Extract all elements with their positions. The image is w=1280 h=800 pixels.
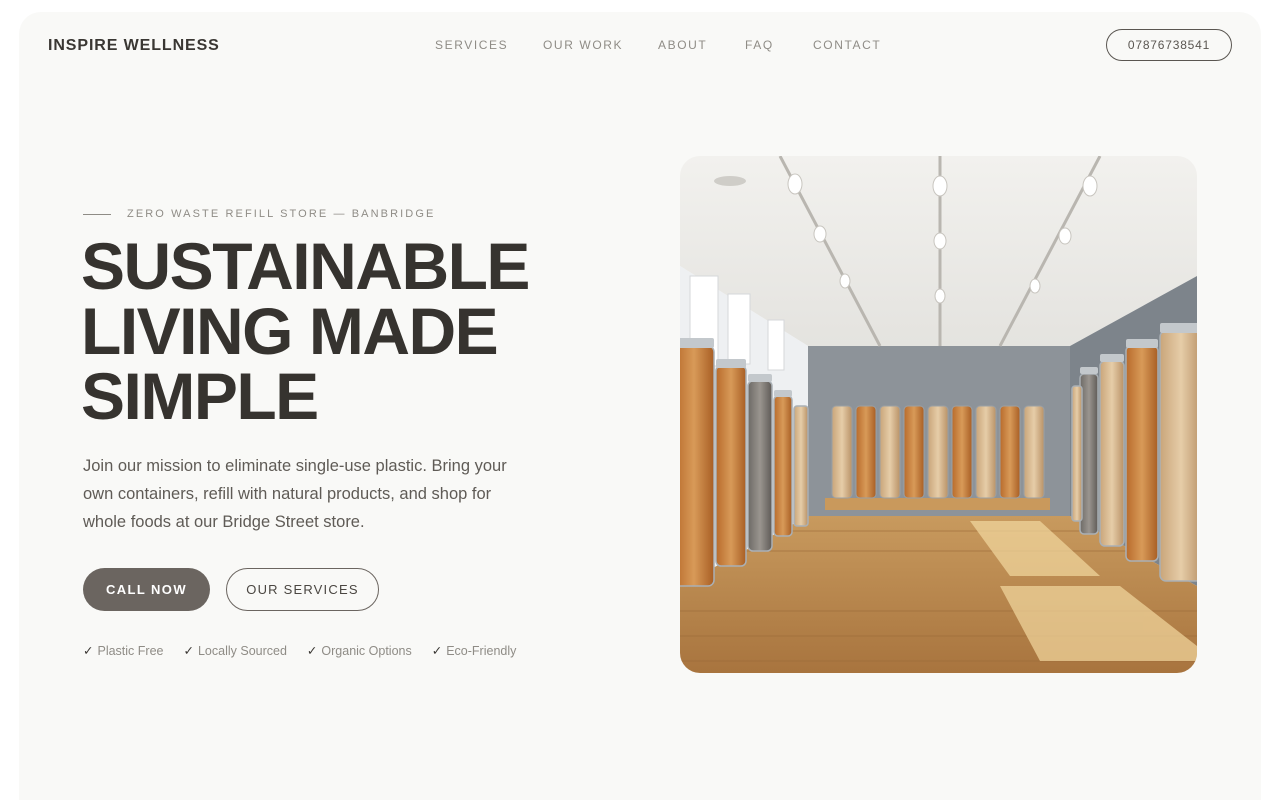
nav-about[interactable]: ABOUT [658,38,707,52]
nav-our-work[interactable]: OUR WORK [543,38,623,52]
nav-contact[interactable]: CONTACT [813,38,881,52]
feature-list: ✓ Plastic Free ✓ Locally Sourced ✓ Organic … [83,643,516,658]
feature-item: ✓ Eco-Friendly [432,643,517,658]
our-services-button[interactable]: OUR SERVICES [226,568,379,611]
feature-label: Eco-Friendly [446,644,517,658]
headline-line-3: SIMPLE [81,359,319,433]
store-interior-photo [680,156,1197,673]
eyebrow-divider [83,213,111,215]
eyebrow-text: ZERO WASTE REFILL STORE — BANBRIDGE [127,208,436,220]
check-icon: ✓ [83,644,94,658]
brand-logo[interactable]: INSPIRE WELLNESS [48,37,220,55]
feature-label: Locally Sourced [197,644,287,658]
check-icon: ✓ [431,644,443,658]
nav-faq[interactable]: FAQ [745,38,774,52]
call-now-button[interactable]: CALL NOW [83,568,210,611]
page-container: INSPIRE WELLNESS SERVICES OUR WORK ABOUT… [19,12,1261,800]
feature-label: Organic Options [321,644,412,658]
check-icon: ✓ [306,644,318,658]
hero-eyebrow: ZERO WASTE REFILL STORE — BANBRIDGE [83,208,435,220]
feature-item: ✓ Organic Options [307,643,412,658]
check-icon: ✓ [183,644,194,658]
nav-services[interactable]: SERVICES [435,38,508,52]
feature-label: Plastic Free [97,644,164,658]
hero-headline: SUSTAINABLE LIVING MADE SIMPLE [81,229,601,433]
headline-line-2: LIVING MADE [81,294,499,368]
headline-line-1: SUSTAINABLE [81,229,530,303]
hero-description: Join our mission to eliminate single-use… [83,457,507,531]
feature-item: ✓ Locally Sourced [183,643,286,658]
phone-button[interactable]: 07876738541 [1106,29,1232,61]
feature-item: ✓ Plastic Free [83,643,163,658]
